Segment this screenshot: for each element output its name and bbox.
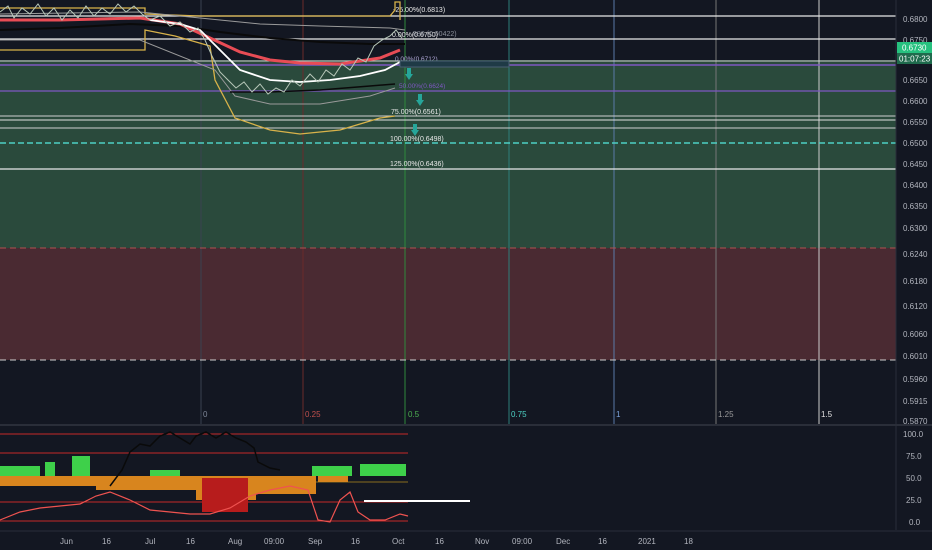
time-tick: 16 <box>102 537 111 546</box>
price-tick: 0.6240 <box>903 250 928 259</box>
time-tick: 18 <box>684 537 693 546</box>
time-tick: 16 <box>435 537 444 546</box>
trading-chart[interactable]: 0 0.25 0.5 0.75 1 1.25 1.5 -25.00%(0.681… <box>0 0 932 550</box>
fib-level-label: 125.00%(0.6436) <box>390 161 444 168</box>
fib-time-label: 1.25 <box>718 410 734 419</box>
price-tick: 0.6550 <box>903 118 928 127</box>
osc-tick: 100.0 <box>903 430 924 439</box>
price-tick: 0.5915 <box>903 397 928 406</box>
fib-time-label: 0.25 <box>305 410 321 419</box>
price-tick: 0.6350 <box>903 202 928 211</box>
price-tick: 0.6450 <box>903 160 928 169</box>
price-tick: 0.5960 <box>903 375 928 384</box>
time-tick: Jul <box>145 537 155 546</box>
price-tick: 0.6300 <box>903 224 928 233</box>
last-price-text: 0.6730 <box>902 44 927 53</box>
fib-level-label: 100.00%(0.6498) <box>390 136 444 143</box>
time-tick: Oct <box>392 537 405 546</box>
price-tick: 0.6120 <box>903 302 928 311</box>
target-zone-green <box>0 60 896 248</box>
fib-level-label: 50.00%(0.6624) <box>399 83 445 90</box>
time-tick: Nov <box>475 537 489 546</box>
target-rectangle[interactable] <box>399 60 510 68</box>
fib-time-label: 0.75 <box>511 410 527 419</box>
time-tick: 09:00 <box>264 537 285 546</box>
fib-level-label: 75.00%(0.6561) <box>391 109 441 116</box>
osc-tick: 50.0 <box>906 474 922 483</box>
stop-zone-red <box>0 248 896 360</box>
time-tick: 16 <box>351 537 360 546</box>
time-tick: Aug <box>228 537 242 546</box>
price-tick: 0.6400 <box>903 181 928 190</box>
fib-time-label: 1 <box>616 410 621 419</box>
time-tick: 16 <box>598 537 607 546</box>
extra-label: 886 (0.00422) <box>413 31 457 38</box>
osc-tick: 75.0 <box>906 452 922 461</box>
time-tick: 09:00 <box>512 537 533 546</box>
price-tick: 0.6800 <box>903 15 928 24</box>
osc-tick: 0.0 <box>909 518 921 527</box>
price-tick: 0.6600 <box>903 97 928 106</box>
price-tick: 0.6500 <box>903 139 928 148</box>
time-tick: 16 <box>186 537 195 546</box>
price-tick: 0.6650 <box>903 76 928 85</box>
time-tick: Sep <box>308 537 323 546</box>
fib-level-label: -25.00%(0.6813) <box>393 7 445 14</box>
fib-time-label: 1.5 <box>821 410 833 419</box>
fib-time-label: 0.5 <box>408 410 420 419</box>
price-tick: 0.6060 <box>903 330 928 339</box>
fib-time-label: 0 <box>203 410 208 419</box>
price-tick: 0.6010 <box>903 352 928 361</box>
time-tick: Jun <box>60 537 73 546</box>
osc-tick: 25.0 <box>906 496 922 505</box>
time-tick: Dec <box>556 537 570 546</box>
countdown-text: 01:07:23 <box>899 55 931 64</box>
time-tick: 2021 <box>638 537 656 546</box>
price-tick: 0.6180 <box>903 277 928 286</box>
